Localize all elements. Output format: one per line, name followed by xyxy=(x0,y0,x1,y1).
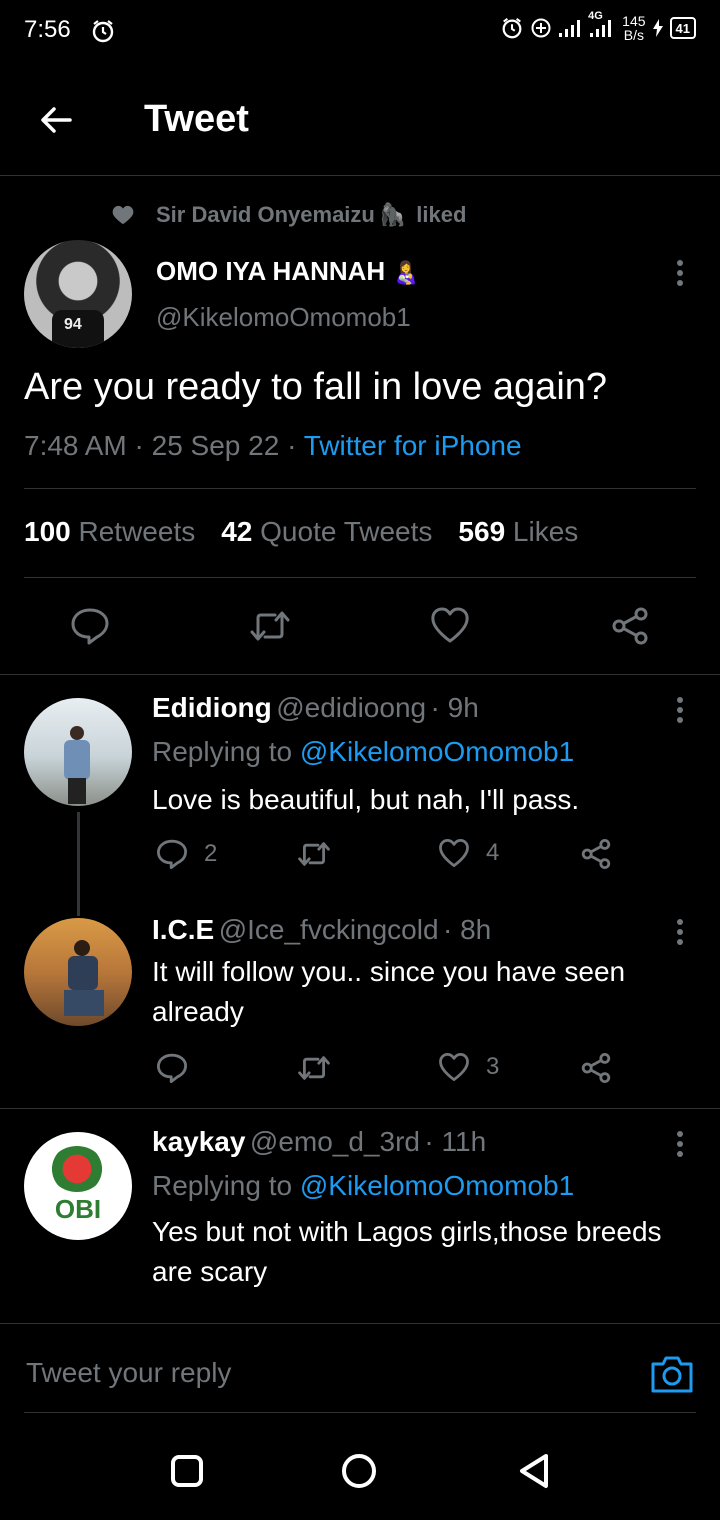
reply-input[interactable] xyxy=(24,1356,588,1390)
share-icon xyxy=(581,839,611,869)
thread-line xyxy=(77,812,80,916)
more-vertical-icon xyxy=(677,260,683,286)
tweet-text: Are you ready to fall in love again? xyxy=(24,366,608,408)
status-icons: 4G 145 B/s 41 xyxy=(500,10,696,43)
reply-icon xyxy=(157,839,187,869)
author-handle[interactable]: @KikelomoOmomob1 xyxy=(156,302,411,333)
home-button[interactable] xyxy=(340,1452,378,1490)
divider xyxy=(24,577,696,578)
retweet-icon xyxy=(250,611,290,641)
net-speed: 145 B/s xyxy=(622,13,646,43)
reply-avatar[interactable] xyxy=(24,918,132,1026)
page-title: Tweet xyxy=(144,98,249,140)
reply-header: Edidiong @edidioong · 9h xyxy=(152,692,479,724)
replying-to: Replying to @KikelomoOmomob1 xyxy=(152,1170,575,1201)
header-divider xyxy=(0,175,720,176)
circle-icon xyxy=(342,1454,376,1488)
replying-to-link[interactable]: @KikelomoOmomob1 xyxy=(300,736,574,767)
recent-apps-button[interactable] xyxy=(170,1454,204,1488)
more-vertical-icon xyxy=(677,919,683,945)
avatar-text: OBI xyxy=(54,1194,102,1224)
reply-author-handle[interactable]: @emo_d_3rd xyxy=(250,1126,420,1157)
signal-icon xyxy=(558,18,582,38)
reply-text: Yes but not with Lagos girls,those breed… xyxy=(152,1216,662,1287)
back-button[interactable] xyxy=(36,100,76,140)
back-nav-button[interactable] xyxy=(516,1452,552,1490)
author-avatar[interactable]: 94 xyxy=(24,240,132,348)
reply-like-button[interactable]: 4 xyxy=(438,838,499,868)
retweets-stat[interactable]: 100 Retweets xyxy=(24,516,195,548)
reply-author-name[interactable]: kaykay xyxy=(152,1126,245,1157)
likes-stat[interactable]: 569 Likes xyxy=(458,516,578,548)
camera-button[interactable] xyxy=(650,1354,694,1394)
alarm-icon xyxy=(90,18,116,44)
tweet-meta: 7:48 AM · 25 Sep 22 · Twitter for iPhone xyxy=(24,430,522,461)
reply-author-name[interactable]: Edidiong xyxy=(152,692,272,723)
reply-share-button[interactable] xyxy=(580,1052,612,1084)
share-icon xyxy=(581,1053,611,1083)
reply-icon xyxy=(157,1053,187,1083)
social-context[interactable]: Sir David Onyemaizu 🦍 liked xyxy=(156,202,466,228)
reply-comment-button[interactable]: 2 xyxy=(156,838,217,870)
tweet-source-link[interactable]: Twitter for iPhone xyxy=(304,430,522,461)
reply-author-name[interactable]: I.C.E xyxy=(152,914,214,945)
reply-comment-button[interactable] xyxy=(156,1052,188,1084)
square-icon xyxy=(171,1455,203,1487)
battery-icon: 41 xyxy=(669,17,696,39)
reply-like-button[interactable]: 3 xyxy=(438,1052,499,1082)
reply-text: Love is beautiful, but nah, I'll pass. xyxy=(152,784,580,815)
heart-icon xyxy=(439,1052,469,1082)
like-button[interactable] xyxy=(430,606,470,644)
more-vertical-icon xyxy=(677,1131,683,1157)
heart-icon xyxy=(431,607,469,643)
divider xyxy=(0,1108,720,1109)
reply-retweet-button[interactable] xyxy=(296,838,332,870)
tweet-time: 7:48 AM xyxy=(24,430,127,461)
alarm-icon xyxy=(500,16,524,40)
arrow-left-icon xyxy=(41,107,72,133)
retweet-button[interactable] xyxy=(248,606,292,646)
heart-icon xyxy=(439,838,469,868)
retweet-icon xyxy=(298,1056,330,1080)
reply-time: · 8h xyxy=(443,914,492,945)
camera-icon xyxy=(651,1356,693,1393)
reply-time: · 11h xyxy=(424,1126,487,1157)
reply-header: I.C.E @Ice_fvckingcold · 8h xyxy=(152,914,491,946)
share-button[interactable] xyxy=(610,606,650,646)
divider xyxy=(24,1412,696,1413)
more-vertical-icon xyxy=(677,697,683,723)
more-options-button[interactable] xyxy=(668,258,692,288)
triangle-back-icon xyxy=(520,1454,548,1488)
reply-avatar[interactable] xyxy=(24,698,132,806)
reply-text: It will follow you.. since you have seen… xyxy=(152,956,626,1027)
reply-retweet-button[interactable] xyxy=(296,1052,332,1084)
replying-to: Replying to @KikelomoOmomob1 xyxy=(152,736,575,767)
heart-filled-icon xyxy=(112,205,134,225)
reply-time: · 9h xyxy=(430,692,479,723)
author-name[interactable]: OMO IYA HANNAH 👩‍🍼 xyxy=(156,256,420,287)
quote-tweets-stat[interactable]: 42 Quote Tweets xyxy=(221,516,432,548)
reply-share-button[interactable] xyxy=(580,838,612,870)
reply-more-button[interactable] xyxy=(668,918,692,946)
divider xyxy=(24,488,696,489)
replying-to-link[interactable]: @KikelomoOmomob1 xyxy=(300,1170,574,1201)
reply-avatar[interactable]: OBI xyxy=(24,1132,132,1240)
divider xyxy=(0,1323,720,1324)
reply-author-handle[interactable]: @edidioong xyxy=(276,692,426,723)
tweet-date: 25 Sep 22 xyxy=(151,430,280,461)
status-time: 7:56 xyxy=(24,16,71,43)
reply-more-button[interactable] xyxy=(668,696,692,724)
reply-author-handle[interactable]: @Ice_fvckingcold xyxy=(219,914,439,945)
retweet-icon xyxy=(298,842,330,866)
data-saver-icon xyxy=(530,17,552,39)
reply-icon xyxy=(71,608,109,645)
share-icon xyxy=(612,607,648,645)
charging-icon xyxy=(652,18,664,38)
tweet-stats: 100 Retweets 42 Quote Tweets 569 Likes xyxy=(24,516,578,548)
reply-more-button[interactable] xyxy=(668,1130,692,1158)
reply-button[interactable] xyxy=(70,606,110,646)
signal-4g-icon: 4G xyxy=(588,10,616,38)
reply-header: kaykay @emo_d_3rd · 11h xyxy=(152,1126,486,1158)
